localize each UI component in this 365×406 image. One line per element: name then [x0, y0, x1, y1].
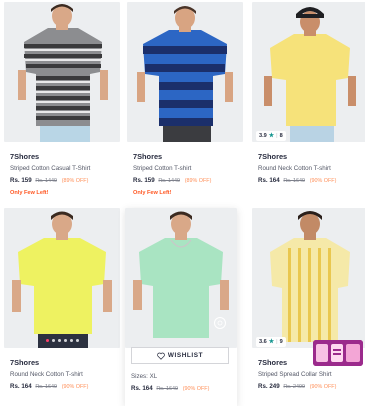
heart-icon	[157, 352, 165, 360]
discounted-price: Rs. 164	[258, 177, 280, 184]
similar-products-icon[interactable]	[214, 317, 226, 329]
product-name: Striped Spread Collar Shirt	[258, 371, 332, 378]
product-card[interactable]: 7Shores Round Neck Cotton T-shirt Rs. 16…	[4, 208, 120, 406]
product-card-hovered[interactable]: Sizes: XL Rs. 164 Rs. 1649 (90% OFF)	[125, 208, 237, 406]
rating-divider: |	[276, 339, 278, 345]
product-card[interactable]: 3.9 ★ | 8 7Shores Round Neck Cotton T-sh…	[252, 2, 365, 200]
rating-divider: |	[276, 133, 278, 139]
product-image[interactable]	[4, 2, 120, 142]
discount-percent: (89% OFF)	[184, 178, 212, 184]
discount-percent: (89% OFF)	[61, 178, 89, 184]
discounted-price: Rs. 159	[10, 177, 32, 184]
product-name: Round Neck Cotton T-shirt	[258, 165, 331, 172]
product-card[interactable]: 7Shores Striped Cotton Casual T-Shirt Rs…	[4, 2, 120, 200]
carousel-dot[interactable]	[58, 339, 61, 342]
original-price: Rs. 1649	[156, 386, 178, 392]
rating-value: 3.9	[259, 133, 267, 139]
discounted-price: Rs. 249	[258, 383, 280, 390]
product-info: 7Shores Striped Cotton T-shirt Rs. 159 R…	[133, 152, 241, 198]
discount-percent: (90% OFF)	[182, 386, 210, 392]
wishlist-button[interactable]: WISHLIST	[131, 347, 229, 364]
product-info: 7Shores Round Neck Cotton T-shirt Rs. 16…	[258, 152, 365, 187]
available-sizes: Sizes: XL	[131, 373, 158, 380]
product-brand: 7Shores	[10, 152, 40, 161]
discounted-price: Rs. 164	[10, 383, 32, 390]
carousel-dot[interactable]	[64, 339, 67, 342]
stock-note: Only Few Left!	[133, 190, 172, 196]
carousel-dot[interactable]	[76, 339, 79, 342]
rating-badge: 3.6 ★ | 9	[256, 337, 286, 347]
original-price: Rs. 1649	[283, 178, 305, 184]
product-info: 7Shores Striped Cotton Casual T-Shirt Rs…	[10, 152, 118, 198]
discounted-price: Rs. 164	[131, 385, 153, 392]
product-card[interactable]: 3.6 ★ | 9 7Shores Striped Spread Collar …	[252, 208, 365, 406]
product-image[interactable]	[252, 208, 365, 348]
original-price: Rs. 2499	[283, 384, 305, 390]
discount-percent: (90% OFF)	[61, 384, 89, 390]
carousel-dot[interactable]	[52, 339, 55, 342]
image-carousel-dots[interactable]	[46, 339, 79, 342]
product-price-row: Rs. 249 Rs. 2499 (90% OFF)	[258, 381, 365, 393]
carousel-dot[interactable]	[70, 339, 73, 342]
original-price: Rs. 1649	[35, 384, 57, 390]
product-price-row: Rs. 159 Rs. 1449 (89% OFF)	[133, 175, 241, 187]
discount-percent: (90% OFF)	[309, 384, 337, 390]
product-image[interactable]	[127, 2, 243, 142]
product-image[interactable]	[252, 2, 365, 142]
product-price-row: Rs. 159 Rs. 1449 (89% OFF)	[10, 175, 118, 187]
product-image[interactable]	[4, 208, 120, 348]
rating-count: 8	[279, 133, 283, 139]
product-info: Sizes: XL Rs. 164 Rs. 1649 (90% OFF)	[131, 370, 239, 395]
product-card[interactable]: 7Shores Striped Cotton T-shirt Rs. 159 R…	[127, 2, 243, 200]
product-brand: 7Shores	[10, 358, 40, 367]
product-brand: 7Shores	[133, 152, 163, 161]
product-price-row: Rs. 164 Rs. 1649 (90% OFF)	[258, 175, 365, 187]
rating-count: 9	[279, 339, 283, 345]
star-icon: ★	[268, 133, 275, 139]
product-price-row: Rs. 164 Rs. 1649 (90% OFF)	[10, 381, 118, 393]
star-icon: ★	[268, 339, 275, 345]
rating-badge: 3.9 ★ | 8	[256, 131, 286, 141]
discount-percent: (90% OFF)	[309, 178, 337, 184]
product-name: Striped Cotton Casual T-Shirt	[10, 165, 91, 172]
stock-note: Only Few Left!	[10, 190, 49, 196]
product-name: Round Neck Cotton T-shirt	[10, 371, 83, 378]
carousel-dot[interactable]	[46, 339, 49, 342]
product-info: 7Shores Round Neck Cotton T-shirt Rs. 16…	[10, 358, 118, 393]
product-brand: 7Shores	[258, 152, 288, 161]
product-name: Striped Cotton T-shirt	[133, 165, 192, 172]
product-price-row: Rs. 164 Rs. 1649 (90% OFF)	[131, 383, 239, 395]
original-price: Rs. 1449	[158, 178, 180, 184]
rating-value: 3.6	[259, 339, 267, 345]
original-price: Rs. 1449	[35, 178, 57, 184]
promo-banner-thumbnail[interactable]	[313, 340, 363, 366]
wishlist-label: WISHLIST	[167, 352, 204, 359]
discounted-price: Rs. 159	[133, 177, 155, 184]
